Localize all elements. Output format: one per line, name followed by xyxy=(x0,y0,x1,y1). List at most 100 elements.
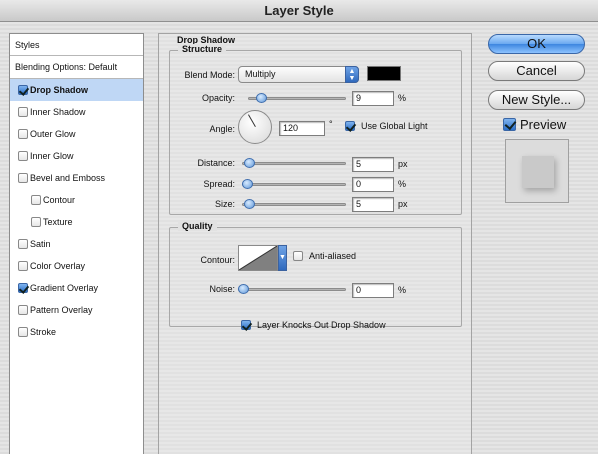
spread-slider[interactable] xyxy=(242,179,346,189)
styles-items: Drop Shadow Inner Shadow Outer Glow Inner G… xyxy=(10,79,143,343)
angle-field[interactable]: 120 xyxy=(279,121,325,136)
contour-dropdown-icon[interactable]: ▼ xyxy=(278,245,287,271)
anti-aliased-label: Anti-aliased xyxy=(309,251,357,261)
style-item-label: Pattern Overlay xyxy=(30,305,93,315)
style-item-checkbox[interactable] xyxy=(18,85,28,95)
style-item-label: Outer Glow xyxy=(30,129,76,139)
style-item-contour[interactable]: Contour xyxy=(10,189,143,211)
distance-label: Distance: xyxy=(197,158,235,168)
preview-sample-square xyxy=(522,156,554,188)
quality-title: Quality xyxy=(178,221,217,231)
noise-label: Noise: xyxy=(209,284,235,294)
style-item-label: Stroke xyxy=(30,327,57,337)
angle-label: Angle: xyxy=(209,124,235,134)
drop-shadow-panel: Drop Shadow Structure Blend Mode: Multip… xyxy=(158,33,472,454)
quality-group: Quality Contour: ▼ Anti-aliased Noise: 0… xyxy=(169,221,462,327)
anti-aliased-checkbox[interactable] xyxy=(293,251,303,261)
distance-slider-thumb[interactable] xyxy=(244,158,255,168)
style-item-checkbox[interactable] xyxy=(18,327,28,337)
style-item-satin[interactable]: Satin xyxy=(10,233,143,255)
distance-slider[interactable] xyxy=(242,158,346,168)
distance-field[interactable]: 5 xyxy=(352,157,394,172)
blending-options-item[interactable]: Blending Options: Default xyxy=(10,56,143,79)
structure-group: Structure Blend Mode: Multiply ▲ ▼ Opacit… xyxy=(169,44,462,215)
distance-unit: px xyxy=(398,159,408,169)
style-item-checkbox[interactable] xyxy=(31,217,41,227)
opacity-slider-thumb[interactable] xyxy=(256,93,267,103)
style-item-checkbox[interactable] xyxy=(18,261,28,271)
style-item-checkbox[interactable] xyxy=(18,129,28,139)
noise-slider-track xyxy=(238,288,346,291)
style-item-checkbox[interactable] xyxy=(18,107,28,117)
knockout-row[interactable]: Layer Knocks Out Drop Shadow xyxy=(241,320,386,330)
global-light-checkbox[interactable] xyxy=(345,121,355,131)
layer-style-dialog: Styles Blending Options: Default Drop Sh… xyxy=(0,22,598,454)
opacity-label: Opacity: xyxy=(201,93,235,103)
spread-unit: % xyxy=(398,179,407,189)
cancel-button[interactable]: Cancel xyxy=(488,61,585,81)
angle-unit: ° xyxy=(329,119,333,129)
style-item-pattern-overlay[interactable]: Pattern Overlay xyxy=(10,299,143,321)
style-item-label: Texture xyxy=(43,217,73,227)
style-item-label: Inner Shadow xyxy=(30,107,86,117)
style-item-inner-glow[interactable]: Inner Glow xyxy=(10,145,143,167)
distance-slider-track xyxy=(242,162,346,165)
select-arrows-icon: ▲ ▼ xyxy=(345,66,359,83)
opacity-slider[interactable] xyxy=(248,93,346,103)
style-item-label: Color Overlay xyxy=(30,261,86,271)
title-bar: Layer Style xyxy=(0,0,598,22)
style-item-checkbox[interactable] xyxy=(18,239,28,249)
contour-curve-icon xyxy=(238,245,278,271)
style-item-gradient-overlay[interactable]: Gradient Overlay xyxy=(10,277,143,299)
size-slider-thumb[interactable] xyxy=(244,199,255,209)
blend-mode-select[interactable]: Multiply ▲ ▼ xyxy=(238,66,359,83)
style-item-drop-shadow[interactable]: Drop Shadow xyxy=(10,79,143,101)
knockout-label: Layer Knocks Out Drop Shadow xyxy=(257,320,386,330)
size-label: Size: xyxy=(214,199,235,209)
size-field[interactable]: 5 xyxy=(352,197,394,212)
noise-unit: % xyxy=(398,285,407,295)
blend-mode-value: Multiply xyxy=(245,69,276,79)
noise-slider[interactable] xyxy=(238,284,346,294)
preview-toggle[interactable]: Preview xyxy=(503,117,566,132)
shadow-color-swatch[interactable] xyxy=(367,66,401,81)
style-item-checkbox[interactable] xyxy=(31,195,41,205)
style-item-label: Inner Glow xyxy=(30,151,74,161)
size-slider-track xyxy=(242,203,346,206)
spread-slider-track xyxy=(242,183,346,186)
size-unit: px xyxy=(398,199,408,209)
anti-aliased-row[interactable]: Anti-aliased xyxy=(293,251,356,261)
noise-field[interactable]: 0 xyxy=(352,283,394,298)
style-item-color-overlay[interactable]: Color Overlay xyxy=(10,255,143,277)
style-preview-thumbnail xyxy=(505,139,569,203)
noise-slider-thumb[interactable] xyxy=(238,284,249,294)
angle-needle xyxy=(248,114,256,127)
knockout-checkbox[interactable] xyxy=(241,320,251,330)
global-light-row[interactable]: Use Global Light xyxy=(345,121,428,131)
style-item-checkbox[interactable] xyxy=(18,173,28,183)
spread-label: Spread: xyxy=(203,179,235,189)
new-style-button[interactable]: New Style... xyxy=(488,90,585,110)
angle-dial[interactable] xyxy=(238,110,272,144)
contour-label: Contour: xyxy=(200,255,235,265)
preview-checkbox[interactable] xyxy=(503,118,516,131)
contour-picker[interactable] xyxy=(238,245,278,271)
style-item-checkbox[interactable] xyxy=(18,283,28,293)
spread-slider-thumb[interactable] xyxy=(242,179,253,189)
style-item-outer-glow[interactable]: Outer Glow xyxy=(10,123,143,145)
style-item-checkbox[interactable] xyxy=(18,151,28,161)
structure-title: Structure xyxy=(178,44,227,54)
style-item-label: Bevel and Emboss xyxy=(30,173,106,183)
styles-list: Styles Blending Options: Default Drop Sh… xyxy=(9,33,144,454)
opacity-field[interactable]: 9 xyxy=(352,91,394,106)
style-item-stroke[interactable]: Stroke xyxy=(10,321,143,343)
style-item-label: Gradient Overlay xyxy=(30,283,99,293)
ok-button[interactable]: OK xyxy=(488,34,585,54)
style-item-inner-shadow[interactable]: Inner Shadow xyxy=(10,101,143,123)
style-item-texture[interactable]: Texture xyxy=(10,211,143,233)
style-item-checkbox[interactable] xyxy=(18,305,28,315)
styles-header[interactable]: Styles xyxy=(10,34,143,56)
spread-field[interactable]: 0 xyxy=(352,177,394,192)
style-item-bevel-and-emboss[interactable]: Bevel and Emboss xyxy=(10,167,143,189)
size-slider[interactable] xyxy=(242,199,346,209)
